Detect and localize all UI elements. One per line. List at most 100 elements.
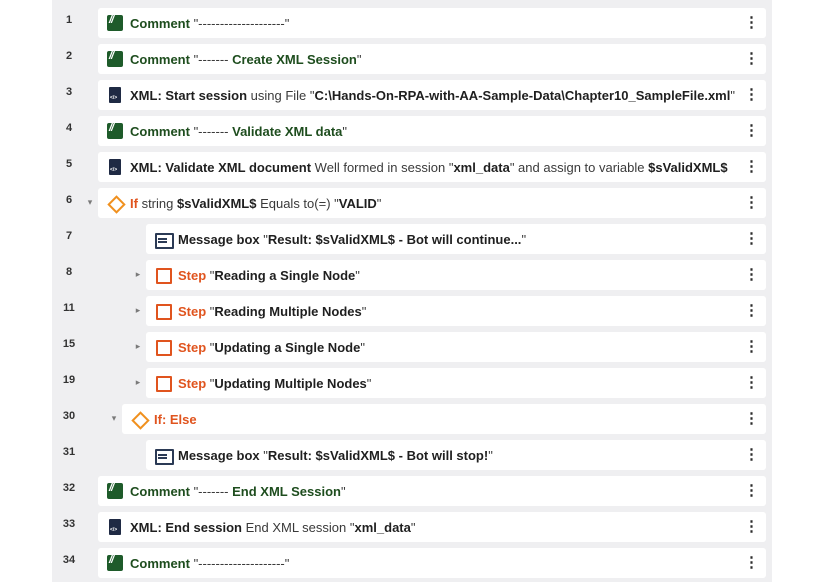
action-row[interactable]: 5 XML: Validate XML document Well formed … bbox=[52, 149, 772, 185]
comment-icon bbox=[107, 14, 123, 31]
action-row[interactable]: 15 ▸ Step "Updating a Single Node" ⋮ bbox=[52, 329, 772, 365]
step-icon bbox=[155, 375, 172, 392]
line-number: 32 bbox=[62, 482, 76, 494]
action-text-segment: Step bbox=[178, 304, 207, 319]
action-card[interactable]: Step "Updating a Single Node" ⋮ bbox=[146, 332, 766, 362]
line-number: 4 bbox=[65, 122, 73, 134]
action-card[interactable]: XML: Start session using File "C:\Hands-… bbox=[98, 80, 766, 110]
more-options-icon[interactable]: ⋮ bbox=[744, 158, 759, 176]
expand-chevron-icon[interactable]: ▸ bbox=[132, 268, 144, 280]
line-number: 19 bbox=[62, 374, 76, 386]
action-row[interactable]: 30 ▾ If: Else ⋮ bbox=[52, 401, 772, 437]
action-text-segment: XML: Validate XML document bbox=[130, 160, 312, 175]
action-row[interactable]: 2 Comment "------- Create XML Session" ⋮ bbox=[52, 41, 772, 77]
more-options-icon[interactable]: ⋮ bbox=[744, 338, 759, 356]
action-card[interactable]: Comment "--------------------" ⋮ bbox=[98, 8, 766, 38]
action-text-segment: Comment bbox=[130, 124, 190, 139]
more-options-icon[interactable]: ⋮ bbox=[744, 86, 759, 104]
action-text-segment: "--------------------" bbox=[189, 556, 290, 571]
action-description: Comment "--------------------" bbox=[130, 16, 289, 31]
action-card[interactable]: If: Else ⋮ bbox=[122, 404, 766, 434]
action-text-segment: Result: $sValidXML$ - Bot will stop! bbox=[267, 448, 489, 463]
action-text-segment: " bbox=[366, 376, 372, 391]
action-row[interactable]: 33 XML: End session End XML session "xml_… bbox=[52, 509, 772, 545]
action-card[interactable]: Comment "------- End XML Session" ⋮ bbox=[98, 476, 766, 506]
action-row[interactable]: 32 Comment "------- End XML Session" ⋮ bbox=[52, 473, 772, 509]
action-card[interactable]: XML: End session End XML session "xml_da… bbox=[98, 512, 766, 542]
action-row[interactable]: 1 Comment "--------------------" ⋮ bbox=[52, 5, 772, 41]
action-row[interactable]: 4 Comment "------- Validate XML data" ⋮ bbox=[52, 113, 772, 149]
action-description: XML: Validate XML document Well formed i… bbox=[130, 160, 728, 175]
action-text-segment: Well formed in session " bbox=[311, 160, 454, 175]
action-description: If: Else bbox=[154, 412, 197, 427]
action-description: Step "Updating a Single Node" bbox=[178, 340, 365, 355]
action-card[interactable]: XML: Validate XML document Well formed i… bbox=[98, 152, 766, 182]
action-text-segment: If bbox=[130, 196, 138, 211]
action-text-segment: Step bbox=[178, 376, 207, 391]
action-row[interactable]: 3 XML: Start session using File "C:\Hands… bbox=[52, 77, 772, 113]
action-text-segment: Reading Multiple Nodes bbox=[214, 304, 362, 319]
action-description: Comment "------- End XML Session" bbox=[130, 484, 346, 499]
collapse-chevron-icon[interactable]: ▾ bbox=[84, 196, 96, 208]
action-text-segment: $sValidXML$ bbox=[176, 196, 257, 211]
more-options-icon[interactable]: ⋮ bbox=[744, 230, 759, 248]
more-options-icon[interactable]: ⋮ bbox=[744, 302, 759, 320]
more-options-icon[interactable]: ⋮ bbox=[744, 266, 759, 284]
action-text-segment: Result: $sValidXML$ - Bot will continue.… bbox=[267, 232, 522, 247]
more-options-icon[interactable]: ⋮ bbox=[744, 374, 759, 392]
action-text-segment: If: Else bbox=[154, 412, 197, 427]
more-options-icon[interactable]: ⋮ bbox=[744, 194, 759, 212]
action-text-segment: " bbox=[730, 88, 735, 103]
action-card[interactable]: Step "Reading Multiple Nodes" ⋮ bbox=[146, 296, 766, 326]
action-text-segment: " bbox=[376, 196, 382, 211]
action-card[interactable]: Comment "--------------------" ⋮ bbox=[98, 548, 766, 578]
action-row[interactable]: 19 ▸ Step "Updating Multiple Nodes" ⋮ bbox=[52, 365, 772, 401]
action-card[interactable]: Step "Reading a Single Node" ⋮ bbox=[146, 260, 766, 290]
line-number: 34 bbox=[62, 554, 76, 566]
action-text-segment: " and assign to variable bbox=[509, 160, 649, 175]
collapse-chevron-icon[interactable]: ▾ bbox=[108, 412, 120, 424]
more-options-icon[interactable]: ⋮ bbox=[744, 446, 759, 464]
more-options-icon[interactable]: ⋮ bbox=[744, 554, 759, 572]
action-text-segment: " bbox=[355, 268, 360, 283]
more-options-icon[interactable]: ⋮ bbox=[744, 50, 759, 68]
action-text-segment: "------- bbox=[189, 484, 233, 499]
action-text-segment: Step bbox=[178, 268, 207, 283]
action-text-segment: "------- bbox=[189, 124, 233, 139]
action-row[interactable]: 7 Message box "Result: $sValidXML$ - Bot … bbox=[52, 221, 772, 257]
expand-chevron-icon[interactable]: ▸ bbox=[132, 304, 144, 316]
action-card[interactable]: If string $sValidXML$ Equals to(=) "VALI… bbox=[98, 188, 766, 218]
line-number: 7 bbox=[65, 230, 73, 242]
line-number: 3 bbox=[65, 86, 73, 98]
action-card[interactable]: Comment "------- Validate XML data" ⋮ bbox=[98, 116, 766, 146]
action-card[interactable]: Message box "Result: $sValidXML$ - Bot w… bbox=[146, 440, 766, 470]
action-row[interactable]: 34 Comment "--------------------" ⋮ bbox=[52, 545, 772, 581]
action-description: XML: Start session using File "C:\Hands-… bbox=[130, 88, 735, 103]
action-card[interactable]: Comment "------- Create XML Session" ⋮ bbox=[98, 44, 766, 74]
action-text-segment: $sValidXML$ bbox=[648, 160, 728, 175]
line-number: 2 bbox=[65, 50, 73, 62]
action-text-segment: Create XML Session bbox=[232, 52, 357, 67]
more-options-icon[interactable]: ⋮ bbox=[744, 482, 759, 500]
action-description: Step "Reading a Single Node" bbox=[178, 268, 360, 283]
more-options-icon[interactable]: ⋮ bbox=[744, 518, 759, 536]
more-options-icon[interactable]: ⋮ bbox=[744, 14, 759, 32]
action-row[interactable]: 11 ▸ Step "Reading Multiple Nodes" ⋮ bbox=[52, 293, 772, 329]
if-diamond-icon bbox=[107, 195, 123, 211]
line-number: 33 bbox=[62, 518, 76, 530]
bot-editor-canvas: 1 Comment "--------------------" ⋮ 2 Comment… bbox=[0, 0, 825, 582]
comment-icon bbox=[107, 50, 123, 67]
action-row[interactable]: 8 ▸ Step "Reading a Single Node" ⋮ bbox=[52, 257, 772, 293]
action-card[interactable]: Message box "Result: $sValidXML$ - Bot w… bbox=[146, 224, 766, 254]
more-options-icon[interactable]: ⋮ bbox=[744, 410, 759, 428]
action-text-segment: " bbox=[259, 448, 268, 463]
more-options-icon[interactable]: ⋮ bbox=[744, 122, 759, 140]
action-card[interactable]: Step "Updating Multiple Nodes" ⋮ bbox=[146, 368, 766, 398]
action-row[interactable]: 31 Message box "Result: $sValidXML$ - Bot… bbox=[52, 437, 772, 473]
expand-chevron-icon[interactable]: ▸ bbox=[132, 376, 144, 388]
action-text-segment: VALID bbox=[338, 196, 377, 211]
action-row[interactable]: 6 ▾ If string $sValidXML$ Equals to(=) "VA… bbox=[52, 185, 772, 221]
expand-chevron-icon[interactable]: ▸ bbox=[132, 340, 144, 352]
action-text-segment: "------- bbox=[189, 52, 233, 67]
action-text-segment: Step bbox=[178, 340, 207, 355]
